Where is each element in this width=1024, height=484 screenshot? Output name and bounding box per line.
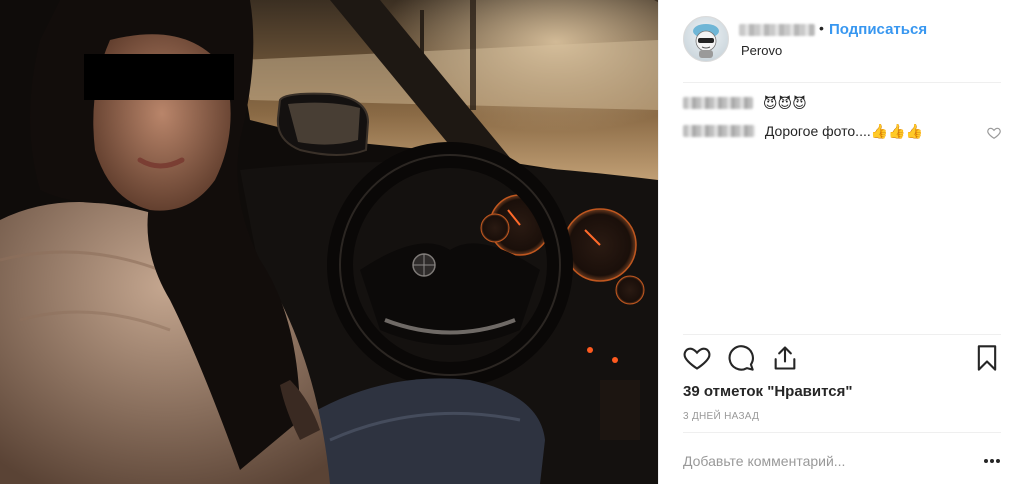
location-link[interactable]: Perovo bbox=[741, 43, 782, 58]
username-redacted[interactable] bbox=[739, 24, 815, 36]
heart-icon[interactable] bbox=[683, 344, 711, 372]
list-item: Дорогое фото....👍👍👍 bbox=[683, 122, 1001, 144]
comment-input[interactable] bbox=[683, 446, 963, 476]
cartoon-avatar-icon bbox=[693, 24, 719, 58]
add-comment-box bbox=[683, 446, 1001, 476]
censor-bar bbox=[84, 54, 234, 100]
comments-list: 😈😈😈 Дорогое фото....👍👍👍 bbox=[683, 94, 1001, 150]
header-divider bbox=[683, 82, 1001, 83]
follow-button[interactable]: Подписаться bbox=[829, 21, 927, 38]
comment-text: 😈😈😈 bbox=[762, 94, 807, 111]
comment-author-redacted[interactable] bbox=[683, 125, 755, 138]
post-sidebar: • Подписаться Perovo 😈😈😈 Дорогое фото...… bbox=[658, 0, 1024, 484]
actions-divider bbox=[683, 334, 1001, 335]
instagram-post-view: • Подписаться Perovo 😈😈😈 Дорогое фото...… bbox=[0, 0, 1024, 484]
comment-icon[interactable] bbox=[727, 344, 755, 372]
car-selfie-image bbox=[0, 0, 658, 484]
comment-author-redacted[interactable] bbox=[683, 97, 753, 110]
more-options-icon[interactable] bbox=[983, 454, 1001, 468]
likes-count[interactable]: 39 отметок "Нравится" bbox=[683, 383, 852, 400]
comment-divider bbox=[683, 432, 1001, 433]
heart-icon[interactable] bbox=[987, 126, 1001, 140]
bookmark-icon[interactable] bbox=[973, 344, 1001, 372]
header-separator: • bbox=[819, 20, 824, 36]
share-icon[interactable] bbox=[771, 344, 799, 372]
list-item: 😈😈😈 bbox=[683, 94, 1001, 116]
avatar[interactable] bbox=[683, 16, 729, 62]
comment-text: Дорогое фото....👍👍👍 bbox=[764, 122, 924, 139]
post-actions bbox=[683, 344, 1001, 376]
post-header: • Подписаться Perovo bbox=[683, 16, 1001, 66]
post-photo[interactable] bbox=[0, 0, 658, 484]
post-timestamp[interactable]: 3 ДНЕЙ НАЗАД bbox=[683, 411, 759, 422]
